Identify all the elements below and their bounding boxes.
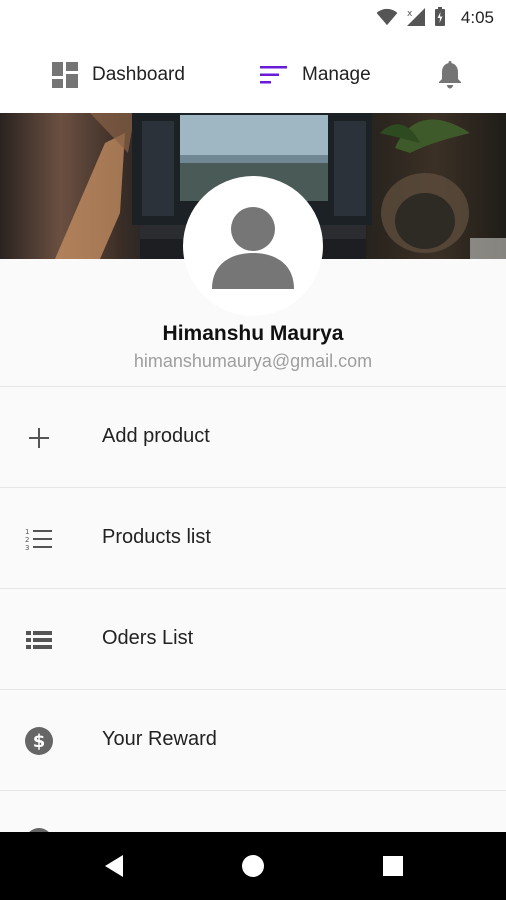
menu-item-add-product[interactable]: Add product xyxy=(0,386,506,487)
signal-icon: x xyxy=(407,8,425,26)
menu-item-label: Add product xyxy=(102,425,210,447)
menu-item-products-list[interactable]: 1 2 3 Products list xyxy=(0,487,506,588)
numbered-list-icon: 1 2 3 xyxy=(24,524,54,554)
back-button[interactable] xyxy=(84,832,144,900)
home-circle-icon xyxy=(242,855,264,877)
manage-button[interactable]: Manage xyxy=(260,36,371,113)
system-nav-bar xyxy=(0,832,506,900)
status-time: 4:05 xyxy=(460,8,494,27)
top-nav: Dashboard Manage xyxy=(0,36,506,113)
list-icon xyxy=(24,625,54,655)
menu-item-label: Oders List xyxy=(102,627,194,649)
back-triangle-icon xyxy=(105,855,123,877)
profile-email: himanshumaurya@gmail.com xyxy=(133,351,373,371)
notifications-button[interactable] xyxy=(437,36,463,113)
recents-square-icon xyxy=(383,856,403,876)
home-button[interactable] xyxy=(223,832,283,900)
menu-list: Add product 1 2 3 Products list Oders Li… xyxy=(0,386,506,891)
svg-text:x: x xyxy=(407,9,413,19)
svg-text:$: $ xyxy=(33,731,46,752)
dashboard-button[interactable]: Dashboard xyxy=(52,36,185,113)
dollar-circle-icon: $ xyxy=(24,726,54,756)
svg-text:3: 3 xyxy=(25,544,29,551)
battery-icon xyxy=(435,7,445,26)
plus-icon xyxy=(24,423,54,453)
status-bar: x 4:05 xyxy=(0,0,506,36)
svg-text:1: 1 xyxy=(25,528,29,536)
recents-button[interactable] xyxy=(363,832,423,900)
menu-item-label: Products list xyxy=(102,526,211,548)
avatar[interactable] xyxy=(183,176,323,316)
svg-text:2: 2 xyxy=(25,536,29,544)
profile-name: Himanshu Maurya xyxy=(162,322,344,345)
menu-item-your-reward[interactable]: $ Your Reward xyxy=(0,689,506,790)
menu-item-orders-list[interactable]: Oders List xyxy=(0,588,506,689)
manage-label: Manage xyxy=(302,63,371,85)
wifi-icon xyxy=(376,8,398,26)
sort-icon xyxy=(260,65,287,83)
dashboard-label: Dashboard xyxy=(92,63,185,85)
bell-icon xyxy=(439,60,461,88)
person-icon xyxy=(212,207,294,289)
menu-item-label: Your Reward xyxy=(102,728,217,750)
dashboard-icon xyxy=(52,61,78,88)
